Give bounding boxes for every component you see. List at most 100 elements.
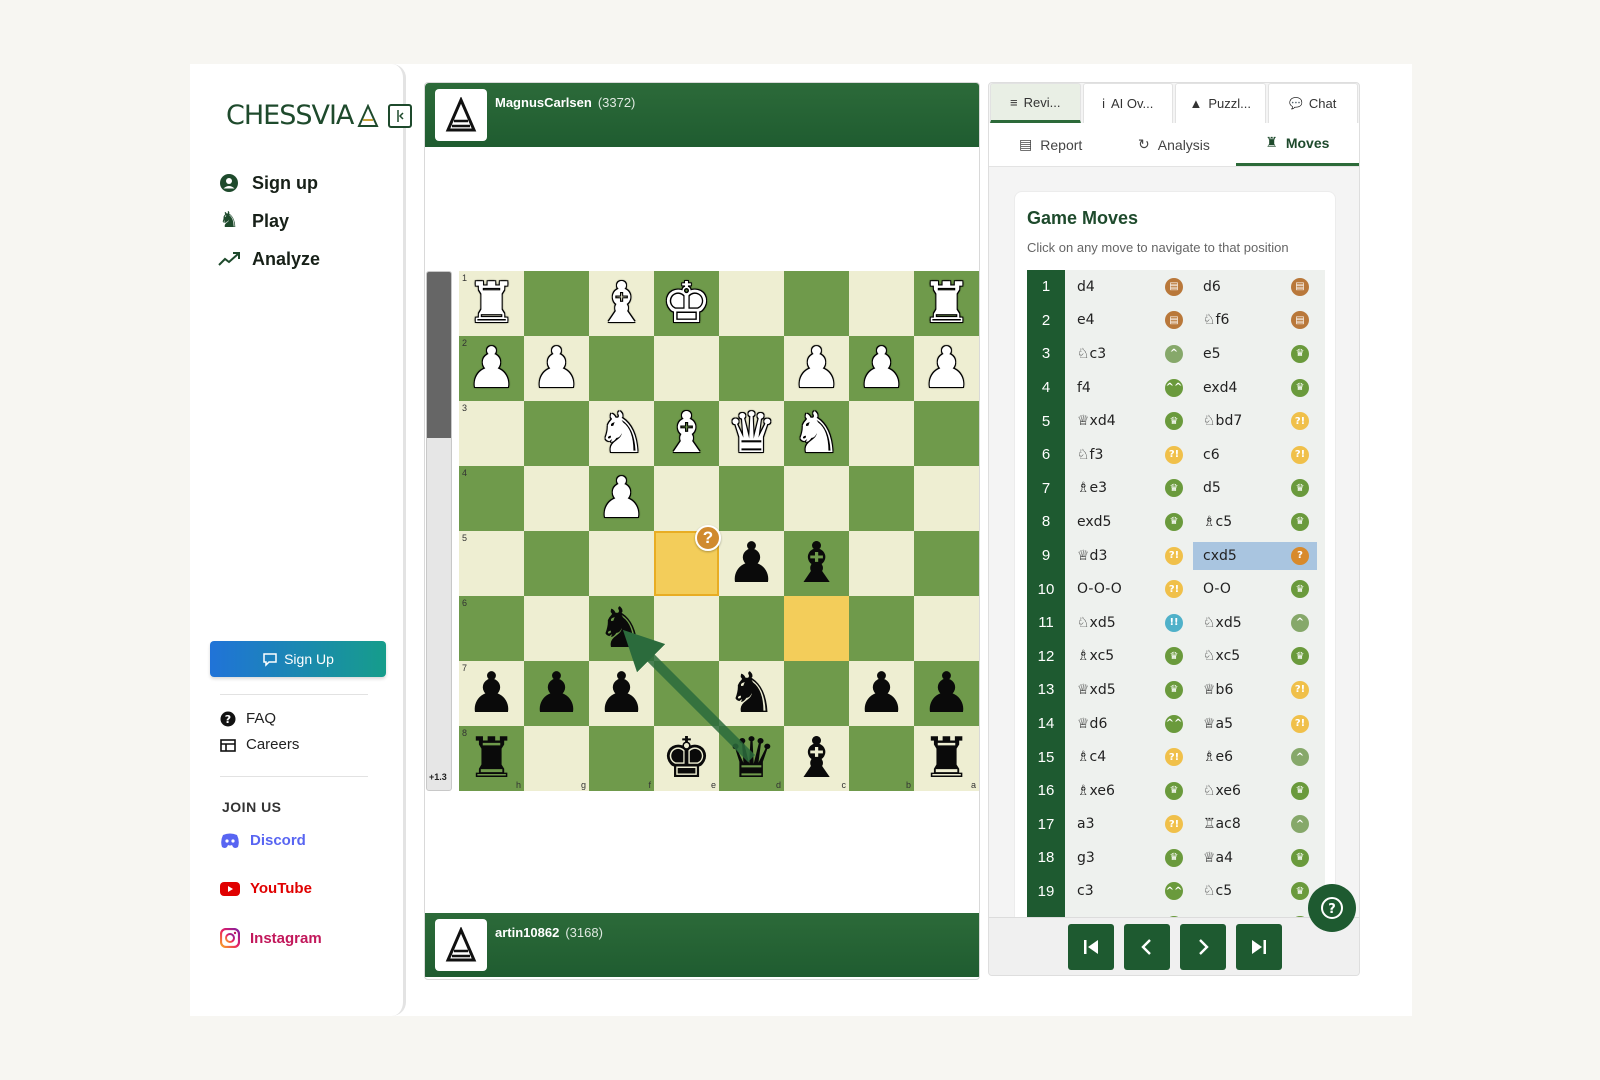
square-c2[interactable]: ♟ <box>784 336 849 401</box>
last-move-button[interactable] <box>1236 923 1282 970</box>
move-cell[interactable]: ♘xd5 ^ <box>1193 609 1317 637</box>
move-cell[interactable]: ♘xe6 ♛ <box>1193 777 1317 805</box>
square-f5[interactable] <box>589 531 654 596</box>
white-bishop-icon[interactable]: ♝ <box>661 405 711 462</box>
square-a5[interactable] <box>914 531 979 596</box>
move-cell[interactable]: f4 ^^ <box>1067 374 1191 402</box>
square-h8[interactable]: 8 h ♜ <box>459 726 524 791</box>
top-player-name[interactable]: MagnusCarlsen <box>495 95 592 110</box>
discord-link[interactable]: Discord <box>220 832 306 849</box>
square-c6[interactable] <box>784 596 849 661</box>
square-f3[interactable]: ♞ <box>589 401 654 466</box>
square-b1[interactable] <box>849 271 914 336</box>
white-knight-icon[interactable]: ♞ <box>791 405 841 462</box>
move-cell[interactable]: c6?! <box>1193 441 1317 469</box>
move-cell[interactable]: ♕xd4 ♛ <box>1067 407 1191 435</box>
brand-logo[interactable]: CHESSVIA <box>226 100 379 131</box>
move-cell[interactable]: ♘xd5!! <box>1067 609 1191 637</box>
black-queen-icon[interactable]: ♛ <box>726 730 776 787</box>
move-cell[interactable]: ♗c5 ♛ <box>1193 508 1317 536</box>
white-pawn-icon[interactable]: ♟ <box>466 340 516 397</box>
black-bishop-icon[interactable]: ♝ <box>791 730 841 787</box>
black-king-icon[interactable]: ♚ <box>661 730 711 787</box>
move-cell[interactable]: cxd5? <box>1193 541 1317 570</box>
square-e4[interactable] <box>654 466 719 531</box>
square-c3[interactable]: ♞ <box>784 401 849 466</box>
signup-cta-button[interactable]: Sign Up <box>210 641 386 677</box>
square-e6[interactable] <box>654 596 719 661</box>
move-cell[interactable]: ♘c3 ^ <box>1067 340 1191 368</box>
collapse-sidebar-button[interactable] <box>388 104 412 128</box>
square-b5[interactable] <box>849 531 914 596</box>
square-h7[interactable]: 7 ♟ <box>459 661 524 726</box>
move-cell[interactable]: exd5 ♛ <box>1067 508 1191 536</box>
move-cell[interactable]: ♕d6 ^^ <box>1067 710 1191 738</box>
move-cell[interactable]: ♘f3?! <box>1067 441 1191 469</box>
move-cell[interactable]: c3 ^^ <box>1067 877 1191 905</box>
square-a2[interactable]: ♟ <box>914 336 979 401</box>
youtube-link[interactable]: YouTube <box>220 880 312 897</box>
black-pawn-icon[interactable]: ♟ <box>856 665 906 722</box>
square-b7[interactable]: ♟ <box>849 661 914 726</box>
square-g6[interactable] <box>524 596 589 661</box>
square-d4[interactable] <box>719 466 784 531</box>
move-cell[interactable]: ♕xd5 ♛ <box>1067 676 1191 704</box>
square-a6[interactable] <box>914 596 979 661</box>
black-bishop-icon[interactable]: ♝ <box>791 535 841 592</box>
move-cell[interactable]: ♘bd7?! <box>1193 407 1317 435</box>
move-cell[interactable]: O-O-O?! <box>1067 575 1191 603</box>
white-pawn-icon[interactable]: ♟ <box>596 470 646 527</box>
square-g5[interactable] <box>524 531 589 596</box>
square-c4[interactable] <box>784 466 849 531</box>
square-g1[interactable] <box>524 271 589 336</box>
move-cell[interactable]: ♗e6 ^ <box>1193 743 1317 771</box>
square-e3[interactable]: ♝ <box>654 401 719 466</box>
white-pawn-icon[interactable]: ♟ <box>921 340 971 397</box>
move-cell[interactable]: d4 ▤ <box>1067 273 1191 301</box>
white-pawn-icon[interactable]: ♟ <box>856 340 906 397</box>
square-b3[interactable] <box>849 401 914 466</box>
first-move-button[interactable] <box>1068 923 1114 970</box>
square-c5[interactable]: ♝ <box>784 531 849 596</box>
bottom-player-name[interactable]: artin10862 <box>495 925 559 940</box>
square-f1[interactable]: ♝ <box>589 271 654 336</box>
black-rook-icon[interactable]: ♜ <box>466 730 516 787</box>
square-b4[interactable] <box>849 466 914 531</box>
move-list[interactable]: 1 d4 ▤ d6 ▤ 2 e4 ▤ ♘f6 ▤ 3 ♘c3 ^ e5 ♛ 4 f4 ^^ exd4 ♛ 5 ♕xd4 ♛ ♘… <box>1027 270 1325 922</box>
square-d6[interactable] <box>719 596 784 661</box>
move-cell[interactable]: ♕b6?! <box>1193 676 1317 704</box>
square-h4[interactable]: 4 <box>459 466 524 531</box>
square-d3[interactable]: ♛ <box>719 401 784 466</box>
square-e7[interactable] <box>654 661 719 726</box>
square-c8[interactable]: c ♝ <box>784 726 849 791</box>
move-cell[interactable]: ♗e3 ♛ <box>1067 474 1191 502</box>
move-cell[interactable]: ♖ac8 ^ <box>1193 810 1317 838</box>
move-cell[interactable]: ♘c5 ♛ <box>1193 877 1317 905</box>
white-pawn-icon[interactable]: ♟ <box>531 340 581 397</box>
move-cell[interactable]: ♗xe6 ♛ <box>1067 777 1191 805</box>
move-cell[interactable]: exd4 ♛ <box>1193 374 1317 402</box>
move-cell[interactable]: e5 ♛ <box>1193 340 1317 368</box>
black-rook-icon[interactable]: ♜ <box>921 730 971 787</box>
square-b8[interactable]: b <box>849 726 914 791</box>
prev-move-button[interactable] <box>1124 923 1170 970</box>
white-bishop-icon[interactable]: ♝ <box>596 275 646 332</box>
black-pawn-icon[interactable]: ♟ <box>596 665 646 722</box>
square-a3[interactable] <box>914 401 979 466</box>
tab-analysis[interactable]: ↻ Analysis <box>1112 123 1235 166</box>
tab-review[interactable]: ≡ Revi... <box>990 83 1081 123</box>
square-d8[interactable]: d ♛ <box>719 726 784 791</box>
square-h2[interactable]: 2 ♟ <box>459 336 524 401</box>
tab-report[interactable]: ▤ Report <box>989 123 1112 166</box>
move-cell[interactable]: ♘xc5 ♛ <box>1193 642 1317 670</box>
white-pawn-icon[interactable]: ♟ <box>791 340 841 397</box>
nav-sign-up[interactable]: Sign up <box>218 164 320 202</box>
square-h3[interactable]: 3 <box>459 401 524 466</box>
square-h1[interactable]: 1 ♜ <box>459 271 524 336</box>
square-g7[interactable]: ♟ <box>524 661 589 726</box>
nav-play[interactable]: ♞ Play <box>218 202 320 240</box>
square-a1[interactable]: ♜ <box>914 271 979 336</box>
move-cell[interactable]: g3 ♛ <box>1067 844 1191 872</box>
careers-link[interactable]: Careers <box>220 736 299 753</box>
move-cell[interactable]: ♗xc5 ♛ <box>1067 642 1191 670</box>
